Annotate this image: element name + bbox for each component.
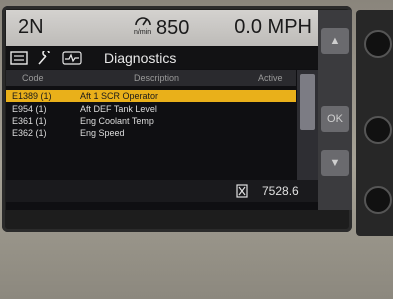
engine-rpm: n/min 850 (134, 13, 224, 43)
table-row[interactable]: E954 (1) Aft DEF Tank Level (6, 103, 296, 115)
table-row[interactable]: E362 (1) Eng Speed (6, 127, 296, 139)
control-knob[interactable] (364, 186, 392, 214)
screen-title-bar: Diagnostics (6, 47, 318, 69)
rpm-value: 850 (156, 17, 190, 39)
row-code: E954 (1) (12, 104, 47, 114)
row-code: E362 (1) (12, 128, 47, 138)
table-header: Code Description Active (6, 70, 296, 86)
row-code: E1389 (1) (12, 91, 52, 101)
chevron-up-icon: ▲ (329, 35, 341, 47)
scrollbar-thumb[interactable] (300, 74, 315, 130)
page-title: Diagnostics (104, 50, 177, 66)
row-code: E361 (1) (12, 116, 47, 126)
row-description: Aft 1 SCR Operator (80, 91, 159, 101)
table-row[interactable]: E1389 (1) Aft 1 SCR Operator (6, 90, 296, 102)
row-description: Eng Speed (80, 128, 125, 138)
menu-card-icon[interactable] (10, 51, 28, 65)
rpm-unit: n/min (134, 29, 152, 36)
scroll-down-button[interactable]: ▼ (321, 150, 349, 176)
ekg-wave-icon (62, 51, 82, 65)
engine-hours: 7528.6 (262, 184, 299, 198)
control-knob-panel (356, 10, 393, 236)
side-button-column: ▲ OK ▼ (318, 10, 352, 210)
speed-readout: 0.0 MPH (234, 16, 312, 38)
tachometer-icon (135, 17, 151, 26)
status-bar: 2N n/min 850 0.0 MPH (6, 10, 318, 46)
column-code: Code (22, 73, 44, 83)
column-description: Description (134, 73, 180, 83)
gear-indicator: 2N (18, 16, 44, 38)
column-active: Active (258, 73, 283, 83)
control-knob[interactable] (364, 30, 392, 58)
footer-bar: 7528.6 (6, 180, 318, 202)
table-scrollbar[interactable] (297, 70, 318, 180)
ok-button[interactable]: OK (321, 106, 349, 132)
row-description: Aft DEF Tank Level (80, 104, 157, 114)
control-knob[interactable] (364, 116, 392, 144)
table-row[interactable]: E361 (1) Eng Coolant Temp (6, 115, 296, 127)
scroll-up-button[interactable]: ▲ (321, 28, 349, 54)
ok-label: OK (327, 113, 343, 125)
chevron-down-icon: ▼ (329, 157, 341, 169)
wrench-icon[interactable] (36, 51, 52, 65)
display-screen: 2N n/min 850 0.0 MPH Diagnostics Code De… (6, 10, 318, 210)
hourglass-icon (236, 184, 248, 198)
row-description: Eng Coolant Temp (80, 116, 154, 126)
